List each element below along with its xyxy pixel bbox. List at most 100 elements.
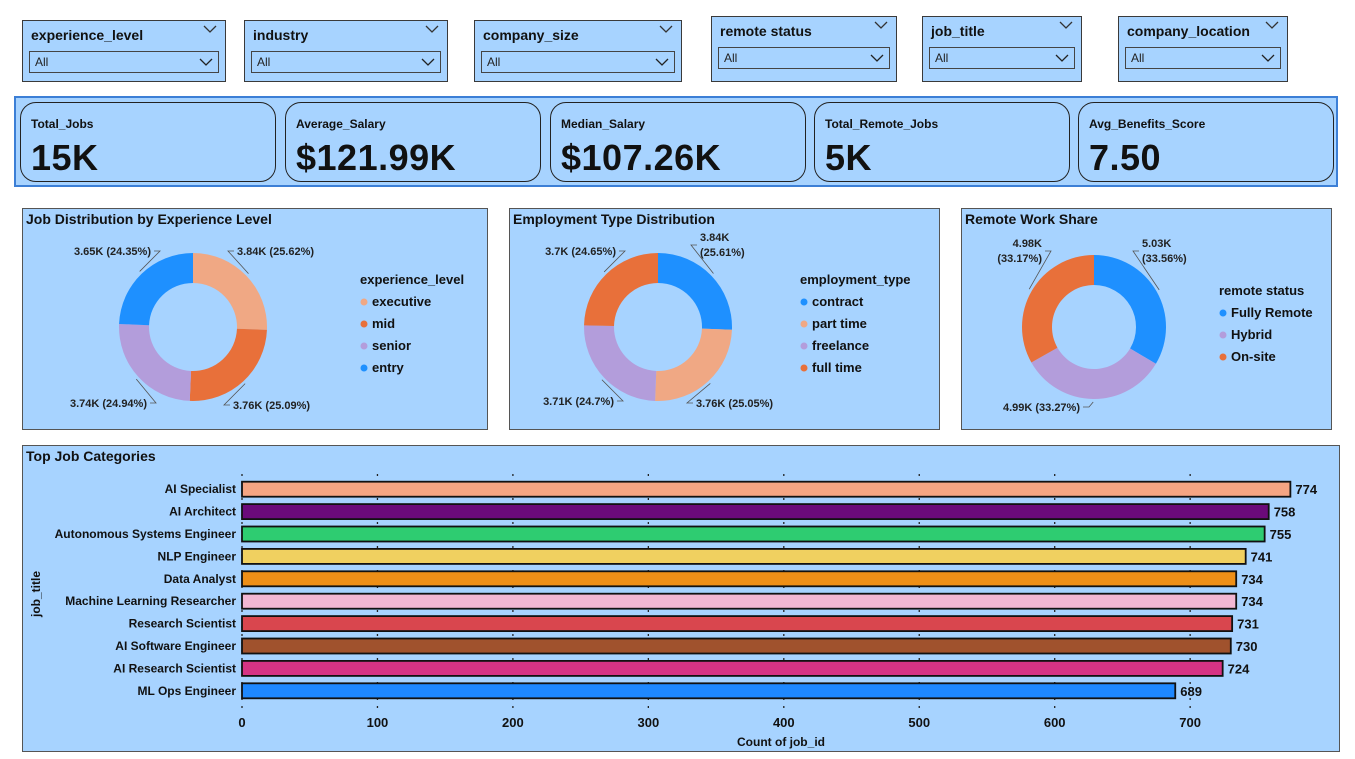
data-label-line: 3.74K (24.94%) xyxy=(70,398,147,410)
legend-marker xyxy=(1219,331,1227,339)
chevron-down-icon[interactable] xyxy=(659,24,673,34)
legend-item-mid[interactable]: mid xyxy=(372,316,395,331)
bar-data-analyst[interactable] xyxy=(241,570,1238,588)
bar-value-label: 758 xyxy=(1274,505,1296,520)
x-tick-label: 100 xyxy=(367,715,389,730)
legend-item-freelance[interactable]: freelance xyxy=(812,338,869,353)
legend-item-full-time[interactable]: full time xyxy=(812,360,862,375)
x-tick-label: 700 xyxy=(1179,715,1201,730)
kpi-label: Total_Jobs xyxy=(31,117,94,131)
bar-research-scientist[interactable] xyxy=(241,615,1234,633)
donut-slice-part-time[interactable] xyxy=(655,328,732,401)
kpi-value: $107.26K xyxy=(561,137,722,178)
slicer-dropdown[interactable]: All xyxy=(251,51,441,73)
legend-item-hybrid[interactable]: Hybrid xyxy=(1231,327,1272,342)
chevron-down-icon[interactable] xyxy=(203,24,217,34)
donut-slice-executive[interactable] xyxy=(193,253,267,330)
donut-slice-full-time[interactable] xyxy=(584,253,658,327)
x-axis-label: Count of job_id xyxy=(737,735,825,749)
bar-ai-research-scientist[interactable] xyxy=(241,659,1224,677)
bar-value-label: 734 xyxy=(1241,594,1263,609)
bar-ai-architect[interactable] xyxy=(241,503,1270,520)
y-category-label: AI Architect xyxy=(169,505,236,519)
slicer-header: job_title xyxy=(931,23,985,39)
y-category-label: AI Specialist xyxy=(165,482,236,496)
top-job-categories-bar-chart: 0 100 200 300 400 500 600 700 AI Specialist 774 AI… xyxy=(29,474,1318,749)
data-label-line: 3.76K (25.05%) xyxy=(696,398,773,410)
slicer-header: company_location xyxy=(1127,23,1250,39)
x-tick-label: 200 xyxy=(502,715,524,730)
donut-slice-freelance[interactable] xyxy=(584,325,657,401)
chevron-down-icon[interactable] xyxy=(1059,20,1073,30)
y-category-label: ML Ops Engineer xyxy=(138,684,237,698)
donut-slice-senior[interactable] xyxy=(119,323,192,401)
slicer-industry[interactable]: industry All xyxy=(244,20,448,82)
top-job-categories-panel: Top Job Categories 0 100 200 300 400 500 600 70… xyxy=(22,445,1340,752)
kpi-card-avg-benefits-score: Avg_Benefits_Score 7.50 xyxy=(1078,102,1334,182)
slicer-job-title[interactable]: job_title All xyxy=(922,16,1082,82)
donut-slice-fully-remote[interactable] xyxy=(1094,255,1166,364)
chevron-down-icon[interactable] xyxy=(874,20,888,30)
chevron-down-icon[interactable] xyxy=(425,24,439,34)
data-label-line: 4.98K xyxy=(1013,238,1042,250)
slicer-dropdown[interactable]: All xyxy=(718,47,890,69)
slicer-dropdown[interactable]: All xyxy=(929,47,1075,69)
data-label-line: 3.71K (24.7%) xyxy=(543,396,614,408)
legend-item-contract[interactable]: contract xyxy=(812,294,864,309)
slicer-value: All xyxy=(935,51,949,65)
legend-item-on-site[interactable]: On-site xyxy=(1231,349,1276,364)
legend-item-executive[interactable]: executive xyxy=(372,294,431,309)
bar-ai-software-engineer[interactable] xyxy=(241,637,1232,655)
bar-nlp-engineer[interactable] xyxy=(241,548,1247,565)
kpi-card-total-jobs: Total_Jobs 15K xyxy=(20,102,276,182)
kpi-card-average-salary: Average_Salary $121.99K xyxy=(285,102,541,182)
data-label: 3.7K (24.65%) xyxy=(545,246,616,258)
legend-title: employment_type xyxy=(800,272,911,287)
data-label: 3.65K (24.35%) xyxy=(74,246,151,258)
experience-donut-panel: Job Distribution by Experience Level 3.8… xyxy=(22,208,488,430)
data-label-line: 3.7K (24.65%) xyxy=(545,246,616,258)
donut-slice-entry[interactable] xyxy=(119,253,193,326)
chevron-down-icon[interactable] xyxy=(1265,20,1279,30)
slicer-company-location[interactable]: company_location All xyxy=(1118,16,1288,82)
slicer-dropdown[interactable]: All xyxy=(29,51,219,73)
data-label: 4.98K (33.17%) xyxy=(997,238,1042,265)
bar-autonomous-systems-engineer[interactable] xyxy=(241,525,1266,543)
donut-slice-on-site[interactable] xyxy=(1022,255,1094,363)
legend-item-fully-remote[interactable]: Fully Remote xyxy=(1231,305,1313,320)
bar-ai-specialist[interactable] xyxy=(241,480,1292,498)
bar-machine-learning-researcher[interactable] xyxy=(241,592,1238,610)
data-label-line: 4.99K (33.27%) xyxy=(1003,402,1080,414)
bar-value-label: 774 xyxy=(1295,482,1317,497)
x-tick-label: 600 xyxy=(1044,715,1066,730)
x-tick-label: 400 xyxy=(773,715,795,730)
legend-marker xyxy=(800,342,808,350)
slicer-company-size[interactable]: company_size All xyxy=(474,20,682,82)
x-tick-label: 500 xyxy=(908,715,930,730)
bar-ml-ops-engineer[interactable] xyxy=(241,682,1177,700)
slicer-value: All xyxy=(724,51,738,65)
chevron-down-icon xyxy=(421,58,435,66)
legend-item-part-time[interactable]: part time xyxy=(812,316,867,331)
slicer-dropdown[interactable]: All xyxy=(1125,47,1281,69)
donut-slice-hybrid[interactable] xyxy=(1031,347,1156,400)
kpi-value: $121.99K xyxy=(296,137,457,178)
legend-marker xyxy=(800,320,808,328)
donut-slice-mid[interactable] xyxy=(189,328,267,401)
bar-value-label: 724 xyxy=(1228,661,1250,676)
legend-title: remote status xyxy=(1219,283,1304,298)
data-label: 5.03K (33.56%) xyxy=(1142,238,1187,265)
experience-donut-chart: 3.84K (25.62%) 3.76K (25.09%) 3.74K (24.94… xyxy=(70,246,464,412)
slicer-header: industry xyxy=(253,27,309,43)
leader-line xyxy=(1083,401,1094,408)
slicer-value: All xyxy=(35,55,49,69)
y-category-label: Autonomous Systems Engineer xyxy=(55,527,237,541)
legend-item-entry[interactable]: entry xyxy=(372,360,405,375)
legend-item-senior[interactable]: senior xyxy=(372,338,411,353)
slicer-experience-level[interactable]: experience_level All xyxy=(22,20,226,82)
kpi-value: 5K xyxy=(825,137,873,178)
donut-slice-contract[interactable] xyxy=(658,253,732,330)
slicer-remote-status[interactable]: remote status All xyxy=(711,16,897,82)
legend-marker xyxy=(360,320,368,328)
slicer-dropdown[interactable]: All xyxy=(481,51,675,73)
